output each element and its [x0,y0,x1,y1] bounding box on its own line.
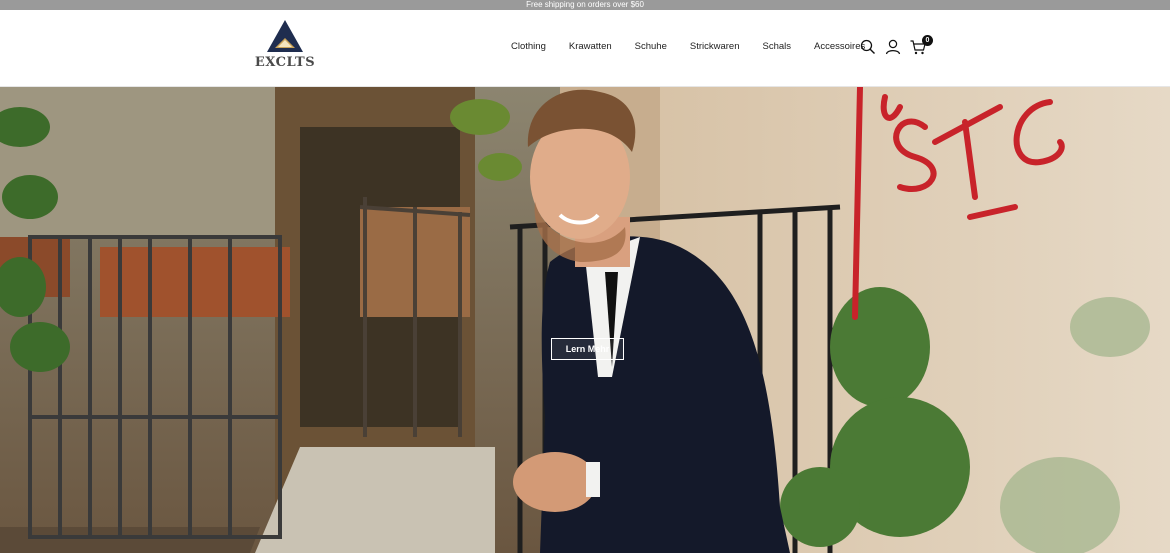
header-icons: 0 [860,35,933,55]
nav-item-krawatten[interactable]: Krawatten [569,41,612,52]
user-icon[interactable] [885,39,901,55]
nav-item-clothing[interactable]: Clothing [511,41,546,52]
nav-item-schals[interactable]: Schals [763,41,792,52]
cart-icon[interactable]: 0 [910,35,933,55]
logo-triangle-icon [267,20,303,52]
learn-more-button[interactable]: Lern Mehr [551,338,624,360]
nav-item-schuhe[interactable]: Schuhe [635,41,667,52]
announcement-text: Free shipping on orders over $60 [526,0,644,9]
nav-item-accessoires[interactable]: Accessoires [814,41,865,52]
search-icon[interactable] [860,39,876,55]
cart-count-badge: 0 [922,35,933,46]
brand-name: EXCLTS [254,55,316,70]
announcement-bar: Free shipping on orders over $60 [0,0,1170,10]
brand-logo[interactable]: EXCLTS [252,18,318,78]
nav-item-strickwaren[interactable]: Strickwaren [690,41,740,52]
hero-image [0,87,1170,553]
hero-banner: Lern Mehr [0,87,1170,553]
main-nav: Clothing Krawatten Schuhe Strickwaren Sc… [500,41,888,52]
site-header: EXCLTS Clothing Krawatten Schuhe Strickw… [0,10,1170,87]
